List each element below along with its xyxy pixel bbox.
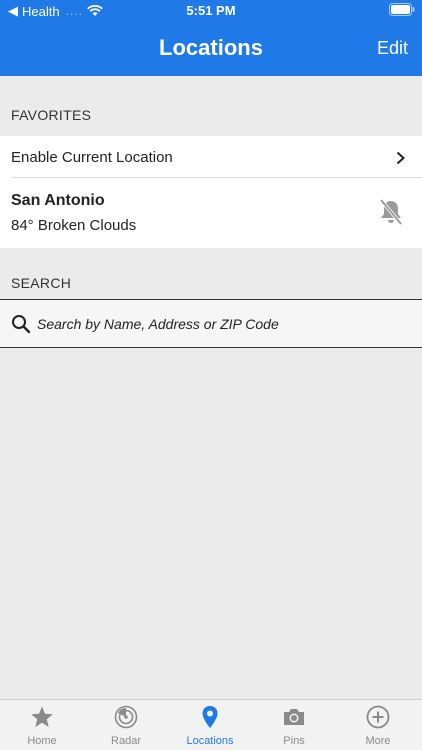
search-bar [0,299,422,348]
favorite-location-row[interactable]: San Antonio 84° Broken Clouds [0,178,422,248]
tab-bar: Home Radar Locations Pins More [0,699,422,750]
tab-pins-label: Pins [283,735,305,747]
status-bar: ◀ Health .... 5:51 PM [0,0,422,22]
tab-radar-label: Radar [111,735,141,747]
status-time: 5:51 PM [186,3,236,18]
tab-locations[interactable]: Locations [168,700,252,750]
plus-circle-icon [366,705,390,729]
bell-muted-icon[interactable] [378,198,404,226]
star-icon [31,706,53,727]
favorites-header: FAVORITES [11,107,92,123]
search-header: SEARCH [11,275,72,291]
enable-current-location-label: Enable Current Location [11,149,173,166]
page-title: Locations [159,35,263,60]
location-pin-icon [202,706,218,728]
tab-home-label: Home [27,735,57,747]
search-icon [12,315,31,334]
edit-button[interactable]: Edit [377,38,408,59]
battery-icon [389,3,416,19]
search-input[interactable] [37,312,407,336]
tab-locations-label: Locations [186,735,234,747]
location-name: San Antonio [11,192,105,209]
camera-icon [284,709,304,725]
tab-pins[interactable]: Pins [252,700,336,750]
radar-icon [114,705,138,729]
nav-bar: Locations Edit [0,22,422,76]
tab-more[interactable]: More [336,700,420,750]
location-weather: 84° Broken Clouds [11,217,137,234]
tab-radar[interactable]: Radar [84,700,168,750]
tab-more-label: More [365,735,391,747]
chevron-right-icon [396,151,405,165]
enable-current-location-row[interactable]: Enable Current Location [0,136,422,178]
tab-home[interactable]: Home [0,700,84,750]
